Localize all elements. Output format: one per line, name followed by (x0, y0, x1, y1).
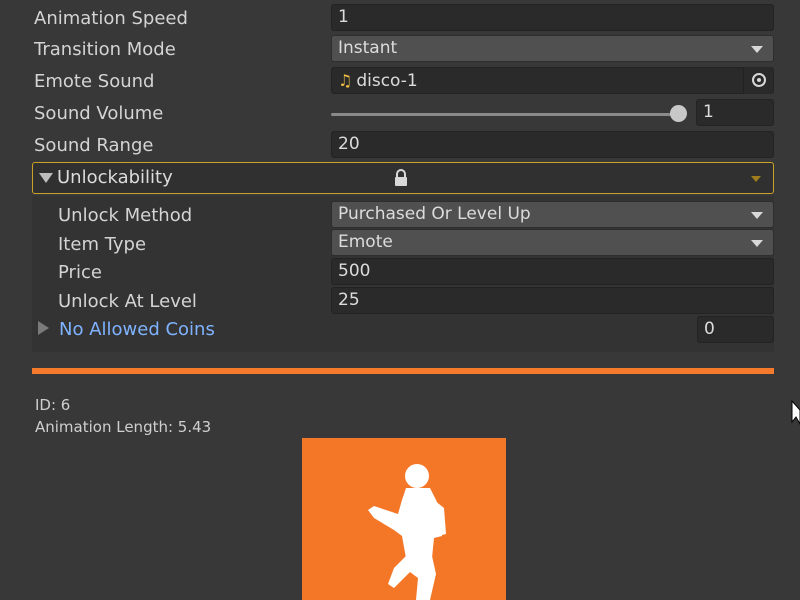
item-type-label: Item Type (58, 234, 147, 255)
chevron-down-icon[interactable] (751, 176, 761, 182)
transition-mode-value: Instant (338, 38, 398, 58)
price-input[interactable]: 500 (331, 258, 774, 285)
unlockability-title: Unlockability (57, 167, 173, 188)
no-allowed-coins-size-input[interactable]: 0 (697, 316, 774, 343)
price-label: Price (58, 262, 102, 283)
transition-mode-dropdown[interactable]: Instant (331, 35, 774, 62)
chevron-down-icon (751, 240, 763, 247)
object-picker-button[interactable] (743, 67, 773, 94)
accent-divider (32, 368, 774, 374)
unlock-method-dropdown[interactable]: Purchased Or Level Up (331, 201, 774, 228)
chevron-down-icon (751, 212, 763, 219)
music-note-icon: ♫ (338, 71, 353, 90)
emote-sound-row: Emote Sound ♫ disco-1 (0, 67, 800, 97)
dancer-silhouette-icon (368, 464, 446, 600)
sound-range-row: Sound Range 20 (0, 131, 800, 161)
mouse-cursor-icon (791, 400, 800, 426)
unlock-at-level-label: Unlock At Level (58, 291, 197, 312)
animation-speed-label: Animation Speed (34, 8, 188, 29)
emote-sound-object-field[interactable]: ♫ disco-1 (331, 67, 774, 94)
unlock-at-level-row: Unlock At Level 25 (0, 287, 800, 317)
emote-sound-value: disco-1 (356, 71, 418, 91)
transition-mode-row: Transition Mode Instant (0, 35, 800, 65)
sound-volume-input[interactable]: 1 (696, 99, 774, 126)
item-type-value: Emote (338, 232, 393, 252)
sound-range-input[interactable]: 20 (331, 131, 774, 158)
unlock-method-value: Purchased Or Level Up (338, 204, 531, 224)
emote-sound-label: Emote Sound (34, 71, 155, 92)
unlock-at-level-input[interactable]: 25 (331, 287, 774, 314)
emote-preview (302, 438, 506, 600)
chevron-down-icon (751, 46, 763, 53)
animation-length-text: Animation Length: 5.43 (35, 418, 212, 436)
sound-range-label: Sound Range (34, 135, 154, 156)
animation-speed-input[interactable]: 1 (331, 4, 774, 31)
foldout-collapsed-icon[interactable] (38, 321, 49, 335)
transition-mode-label: Transition Mode (34, 39, 176, 60)
item-type-dropdown[interactable]: Emote (331, 229, 774, 256)
unlockability-foldout[interactable]: Unlockability (32, 162, 774, 194)
sound-volume-label: Sound Volume (34, 103, 164, 124)
foldout-expanded-icon[interactable] (39, 173, 53, 183)
no-allowed-coins-label[interactable]: No Allowed Coins (59, 319, 215, 340)
unlock-method-label: Unlock Method (58, 205, 193, 226)
emote-id-text: ID: 6 (35, 396, 71, 414)
price-row: Price 500 (0, 258, 800, 288)
sound-volume-slider-handle[interactable] (670, 105, 687, 122)
unlock-method-row: Unlock Method Purchased Or Level Up (0, 200, 800, 230)
item-type-row: Item Type Emote (0, 229, 800, 259)
sound-volume-slider-track[interactable] (331, 113, 681, 116)
animation-speed-row: Animation Speed 1 (0, 3, 800, 33)
lock-icon (395, 169, 407, 186)
